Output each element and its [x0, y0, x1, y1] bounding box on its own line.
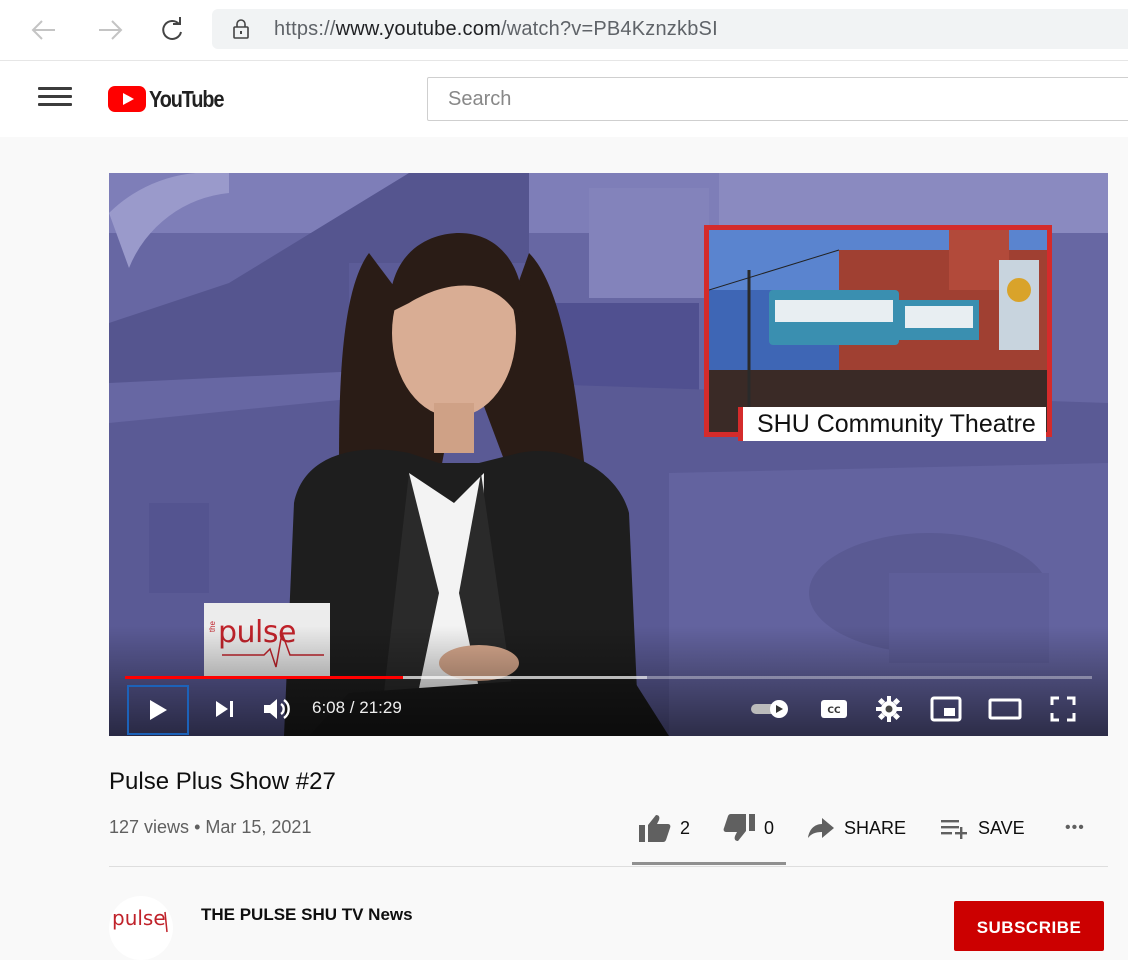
fullscreen-button[interactable] — [1043, 685, 1083, 733]
volume-button[interactable] — [257, 685, 297, 733]
captions-icon: CC — [821, 700, 847, 718]
dislike-count: 0 — [764, 817, 775, 838]
miniplayer-button[interactable] — [924, 685, 968, 733]
forward-arrow-icon — [99, 20, 123, 40]
captions-button[interactable]: CC — [814, 685, 854, 733]
youtube-play-badge-icon — [108, 86, 146, 112]
thumbs-down-icon — [723, 814, 755, 841]
video-player[interactable]: SHU Community Theatre the pulse 6:08 / 2… — [109, 173, 1108, 736]
reload-button[interactable] — [156, 14, 188, 46]
like-count: 2 — [680, 817, 691, 838]
save-button[interactable]: SAVE — [940, 808, 1025, 848]
back-button[interactable] — [28, 14, 60, 46]
share-icon — [808, 818, 834, 838]
dislike-button[interactable]: 0 — [722, 808, 774, 848]
play-icon — [150, 700, 167, 720]
browser-toolbar: https://www.youtube.com/watch?v=PB4Kznzk… — [0, 0, 1128, 61]
share-button[interactable]: SHARE — [806, 808, 906, 848]
progress-played — [125, 676, 403, 679]
theater-mode-button[interactable] — [983, 685, 1027, 733]
fullscreen-icon — [1050, 696, 1076, 722]
thumbs-up-icon — [639, 815, 671, 842]
channel-name[interactable]: THE PULSE SHU TV News — [201, 905, 413, 925]
like-button[interactable]: 2 — [638, 808, 690, 848]
miniplayer-icon — [930, 696, 962, 722]
meta-separator: • — [194, 817, 201, 837]
theater-icon — [988, 698, 1022, 720]
play-button[interactable] — [127, 685, 189, 735]
url-text: https://www.youtube.com/watch?v=PB4Kznzk… — [274, 18, 718, 41]
info-divider — [109, 866, 1108, 867]
next-button[interactable] — [205, 685, 245, 733]
reload-icon — [162, 17, 182, 40]
address-bar[interactable]: https://www.youtube.com/watch?v=PB4Kznzk… — [212, 9, 1128, 49]
settings-icon — [876, 696, 902, 722]
next-icon — [216, 701, 233, 717]
menu-icon[interactable] — [38, 87, 72, 111]
theatre-inset-photo — [704, 225, 1052, 437]
save-icon — [941, 820, 967, 839]
youtube-logo[interactable]: YouTube — [108, 85, 236, 113]
save-label: SAVE — [978, 817, 1025, 838]
back-arrow-icon — [31, 20, 55, 40]
lock-icon — [233, 19, 249, 39]
svg-text:CC: CC — [827, 706, 841, 716]
progress-bar[interactable] — [125, 676, 1092, 679]
url-path: /watch?v=PB4KznzkbSI — [500, 18, 718, 40]
autoplay-toggle-icon — [751, 700, 788, 718]
url-scheme: https:// — [274, 18, 336, 40]
lower-third-caption: SHU Community Theatre — [738, 407, 1046, 441]
search-box[interactable] — [427, 77, 1128, 121]
time-display: 6:08 / 21:29 — [312, 698, 402, 717]
video-title: Pulse Plus Show #27 — [109, 768, 336, 795]
share-label: SHARE — [844, 817, 907, 838]
more-actions-button[interactable]: ••• — [1065, 808, 1085, 848]
autoplay-toggle[interactable] — [745, 685, 795, 733]
channel-avatar[interactable]: pulse — [109, 896, 173, 960]
search-input[interactable] — [446, 87, 1050, 112]
view-count: 127 views — [109, 817, 190, 837]
theatre-photo-image — [709, 230, 1047, 432]
video-meta: 127 views • Mar 15, 2021 — [109, 817, 311, 838]
youtube-header: YouTube — [0, 61, 1128, 137]
youtube-wordmark: YouTube — [149, 85, 224, 112]
url-domain: www.youtube.com — [335, 18, 501, 40]
like-ratio-bar — [632, 862, 786, 865]
forward-button[interactable] — [94, 14, 126, 46]
volume-icon — [264, 699, 290, 719]
player-controls: 6:08 / 21:29 CC — [109, 685, 1108, 735]
upload-date: Mar 15, 2021 — [205, 817, 312, 837]
subscribe-button[interactable]: SUBSCRIBE — [954, 901, 1104, 951]
more-actions-label: ••• — [1065, 819, 1085, 836]
heartbeat-line-icon — [164, 911, 168, 933]
settings-button[interactable] — [869, 685, 909, 733]
